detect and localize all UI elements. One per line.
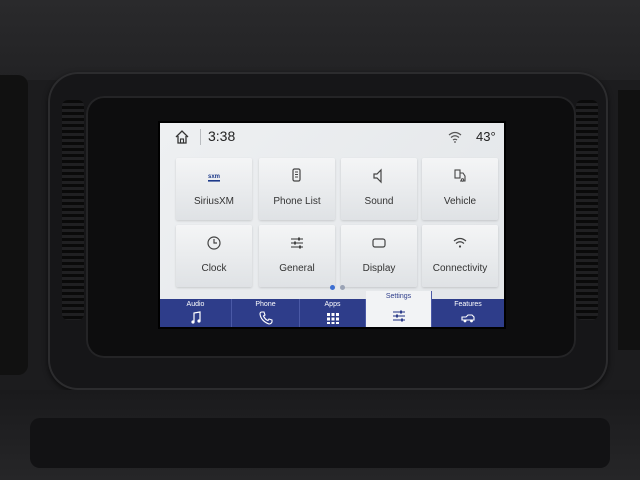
- truck-icon: [461, 314, 475, 323]
- status-divider: [200, 129, 201, 145]
- tile-connectivity[interactable]: Connectivity: [422, 225, 498, 287]
- tile-label: Phone List: [273, 196, 321, 207]
- tile-clock[interactable]: Clock: [176, 225, 252, 287]
- phone-icon: [258, 311, 273, 325]
- nav-label: Settings: [385, 293, 412, 300]
- wifi-icon: [453, 237, 467, 248]
- tile-label: Sound: [364, 196, 394, 207]
- nav-features[interactable]: Features: [432, 299, 504, 327]
- tile-label: Clock: [201, 263, 227, 274]
- apps-grid-icon: [326, 313, 339, 324]
- right-air-vent: [618, 90, 640, 350]
- status-bar: 3:38 43°: [160, 123, 504, 151]
- tile-label: Vehicle: [443, 196, 477, 207]
- tile-display[interactable]: Display: [341, 225, 417, 287]
- nav-label: Phone: [255, 301, 276, 308]
- tile-sound[interactable]: Sound: [341, 158, 417, 220]
- storage-tray: [30, 418, 610, 468]
- tile-general[interactable]: General: [259, 225, 335, 287]
- nav-audio[interactable]: Audio: [160, 299, 232, 327]
- vehicle-icon: [454, 169, 466, 182]
- nav-label: Audio: [186, 301, 205, 308]
- nav-phone[interactable]: Phone: [232, 299, 300, 327]
- left-speaker-grille: [62, 100, 84, 320]
- outside-temperature: 43°: [476, 129, 496, 144]
- dashboard-top: [0, 0, 640, 80]
- wifi-status-icon: [448, 131, 462, 143]
- nav-label: Apps: [324, 301, 341, 308]
- infotainment-screen: 3:38 43° sxm SiriusXM Phone List Sound V…: [158, 121, 506, 329]
- home-icon[interactable]: [174, 129, 190, 145]
- tile-siriusxm[interactable]: sxm SiriusXM: [176, 158, 252, 220]
- tile-phone-list[interactable]: Phone List: [259, 158, 335, 220]
- bottom-nav-bar: Audio Phone Apps Settings Features: [160, 291, 504, 327]
- nav-apps[interactable]: Apps: [300, 299, 366, 327]
- sliders-icon: [291, 237, 303, 249]
- svg-text:sxm: sxm: [208, 174, 220, 180]
- tile-label: Display: [362, 263, 396, 274]
- tile-label: Connectivity: [432, 263, 488, 274]
- phone-list-icon: [292, 168, 301, 182]
- tile-label: SiriusXM: [193, 196, 234, 207]
- clock-icon: [207, 236, 221, 250]
- siriusxm-icon: sxm: [208, 174, 220, 182]
- display-icon: [372, 238, 386, 248]
- settings-sliders-icon: [392, 310, 405, 322]
- page-dot[interactable]: [340, 285, 345, 290]
- tile-label: General: [279, 263, 315, 274]
- clock-time: 3:38: [208, 128, 236, 144]
- nav-label: Features: [454, 301, 482, 308]
- music-note-icon: [190, 311, 201, 324]
- speaker-icon: [373, 168, 382, 184]
- nav-settings[interactable]: Settings: [366, 291, 432, 327]
- tile-vehicle[interactable]: Vehicle: [422, 158, 498, 220]
- left-air-vent: [0, 75, 28, 375]
- page-dot-active[interactable]: [330, 285, 335, 290]
- right-speaker-grille: [576, 100, 598, 320]
